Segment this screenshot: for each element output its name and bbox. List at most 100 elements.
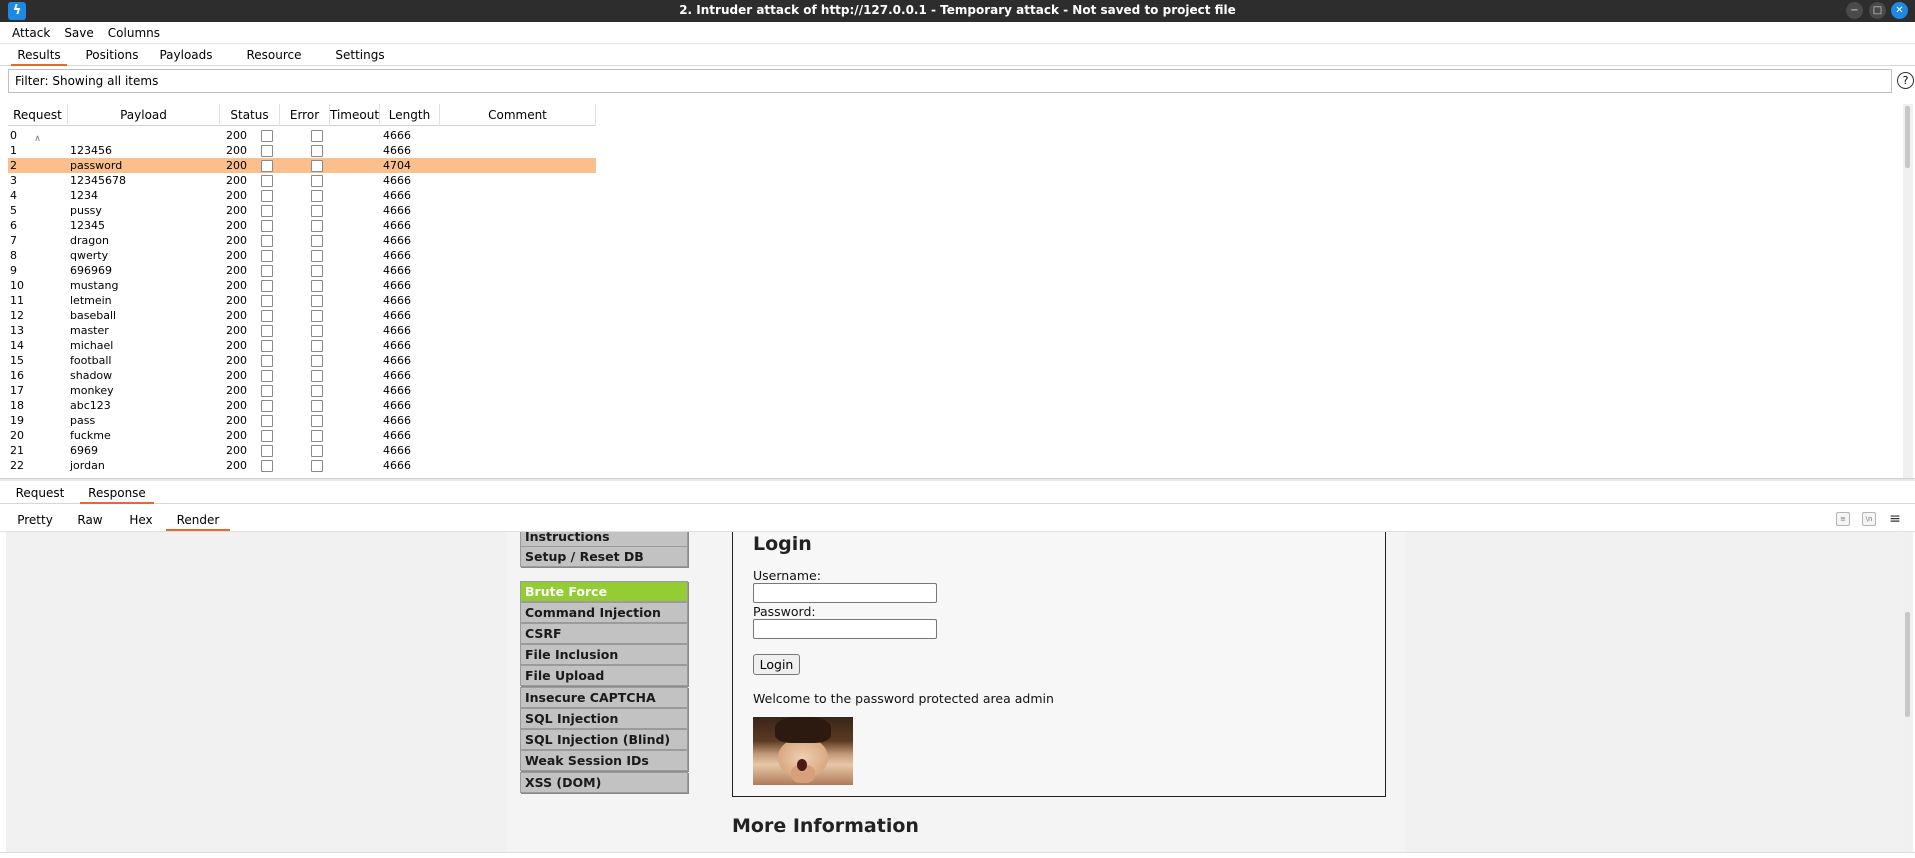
table-row[interactable]: 8 qwerty 200 4666 (8, 248, 596, 263)
word-wrap-icon[interactable]: ≡ (1836, 512, 1850, 526)
tab-hex[interactable]: Hex (124, 509, 158, 531)
table-row[interactable]: 7 dragon 200 4666 (8, 233, 596, 248)
results-scrollbar[interactable] (1903, 104, 1913, 480)
tab-render[interactable]: Render (166, 509, 230, 531)
nav-button[interactable]: Insecure CAPTCHA (520, 687, 688, 708)
render-scrollbar[interactable] (1903, 532, 1913, 852)
timeout-checkbox[interactable] (311, 460, 323, 472)
error-checkbox[interactable] (261, 370, 273, 382)
column-header-request[interactable]: Request ∧ (8, 104, 68, 144)
error-checkbox[interactable] (261, 235, 273, 247)
timeout-checkbox[interactable] (311, 280, 323, 292)
error-checkbox[interactable] (261, 205, 273, 217)
column-header-payload[interactable]: Payload (68, 104, 220, 126)
error-checkbox[interactable] (261, 445, 273, 457)
timeout-checkbox[interactable] (311, 445, 323, 457)
error-checkbox[interactable] (261, 325, 273, 337)
error-checkbox[interactable] (261, 430, 273, 442)
timeout-checkbox[interactable] (311, 235, 323, 247)
column-header-status[interactable]: Status (220, 104, 280, 126)
table-row[interactable]: 13 master 200 4666 (8, 323, 596, 338)
timeout-checkbox[interactable] (311, 325, 323, 337)
menu-attack[interactable]: Attack (5, 22, 57, 44)
error-checkbox[interactable] (261, 295, 273, 307)
error-checkbox[interactable] (261, 460, 273, 472)
nav-button[interactable]: SQL Injection (Blind) (520, 729, 688, 750)
tab-payloads[interactable]: Payloads (157, 44, 215, 66)
timeout-checkbox[interactable] (311, 400, 323, 412)
error-checkbox[interactable] (261, 175, 273, 187)
timeout-checkbox[interactable] (311, 310, 323, 322)
table-row[interactable]: 16 shadow 200 4666 (8, 368, 596, 383)
table-row[interactable]: 15 football 200 4666 (8, 353, 596, 368)
error-checkbox[interactable] (261, 220, 273, 232)
tab-raw[interactable]: Raw (72, 509, 108, 531)
tab-resource-pool[interactable]: Resource pool (233, 44, 315, 84)
table-row[interactable]: 14 michael 200 4666 (8, 338, 596, 353)
table-row[interactable]: 9 696969 200 4666 (8, 263, 596, 278)
table-row[interactable]: 20 fuckme 200 4666 (8, 428, 596, 443)
timeout-checkbox[interactable] (311, 355, 323, 367)
table-row[interactable]: 2 password 200 4704 (8, 158, 596, 173)
timeout-checkbox[interactable] (311, 385, 323, 397)
nav-button[interactable]: File Inclusion (520, 644, 688, 665)
column-header-comment[interactable]: Comment (440, 104, 596, 126)
nav-button[interactable]: Instructions (520, 532, 688, 547)
table-row[interactable]: 22 jordan 200 4666 (8, 458, 596, 473)
error-checkbox[interactable] (261, 355, 273, 367)
column-header-timeout[interactable]: Timeout (330, 104, 380, 126)
tab-response[interactable]: Response (80, 482, 154, 504)
error-checkbox[interactable] (261, 160, 273, 172)
error-checkbox[interactable] (261, 340, 273, 352)
timeout-checkbox[interactable] (311, 295, 323, 307)
results-filter-bar[interactable]: Filter: Showing all items (8, 69, 1892, 93)
error-checkbox[interactable] (261, 250, 273, 262)
timeout-checkbox[interactable] (311, 265, 323, 277)
nav-button[interactable]: Setup / Reset DB (520, 546, 688, 567)
timeout-checkbox[interactable] (311, 175, 323, 187)
timeout-checkbox[interactable] (311, 370, 323, 382)
menu-columns[interactable]: Columns (101, 22, 167, 44)
username-field[interactable] (753, 583, 937, 603)
nav-button[interactable]: SQL Injection (520, 708, 688, 729)
table-row[interactable]: 6 12345 200 4666 (8, 218, 596, 233)
table-row[interactable]: 1 123456 200 4666 (8, 143, 596, 158)
tab-pretty[interactable]: Pretty (12, 509, 58, 531)
timeout-checkbox[interactable] (311, 415, 323, 427)
timeout-checkbox[interactable] (311, 220, 323, 232)
error-checkbox[interactable] (261, 385, 273, 397)
tab-request[interactable]: Request (12, 482, 68, 504)
login-button[interactable]: Login (753, 654, 800, 675)
tab-positions[interactable]: Positions (82, 44, 142, 66)
tab-results[interactable]: Results (11, 44, 67, 66)
maximize-button[interactable]: □ (1869, 2, 1886, 19)
timeout-checkbox[interactable] (311, 430, 323, 442)
timeout-checkbox[interactable] (311, 190, 323, 202)
password-field[interactable] (753, 619, 937, 639)
table-row[interactable]: 12 baseball 200 4666 (8, 308, 596, 323)
nav-button[interactable]: Weak Session IDs (520, 750, 688, 771)
scrollbar-thumb[interactable] (1905, 612, 1910, 717)
error-checkbox[interactable] (261, 130, 273, 142)
help-icon[interactable]: ? (1897, 72, 1914, 89)
nav-button[interactable]: File Upload (520, 665, 688, 686)
timeout-checkbox[interactable] (311, 145, 323, 157)
error-checkbox[interactable] (261, 400, 273, 412)
error-checkbox[interactable] (261, 280, 273, 292)
minimize-button[interactable]: − (1846, 2, 1863, 19)
timeout-checkbox[interactable] (311, 250, 323, 262)
scrollbar-thumb[interactable] (1905, 106, 1910, 168)
table-row[interactable]: 18 abc123 200 4666 (8, 398, 596, 413)
nav-button[interactable]: Command Injection (520, 602, 688, 623)
table-row[interactable]: 3 12345678 200 4666 (8, 173, 596, 188)
table-row[interactable]: 4 1234 200 4666 (8, 188, 596, 203)
timeout-checkbox[interactable] (311, 205, 323, 217)
newline-icon[interactable]: \n (1862, 512, 1876, 526)
error-checkbox[interactable] (261, 145, 273, 157)
menu-save[interactable]: Save (57, 22, 100, 44)
error-checkbox[interactable] (261, 190, 273, 202)
error-checkbox[interactable] (261, 310, 273, 322)
nav-button[interactable]: XSS (DOM) (520, 772, 688, 793)
table-row[interactable]: 17 monkey 200 4666 (8, 383, 596, 398)
error-checkbox[interactable] (261, 415, 273, 427)
